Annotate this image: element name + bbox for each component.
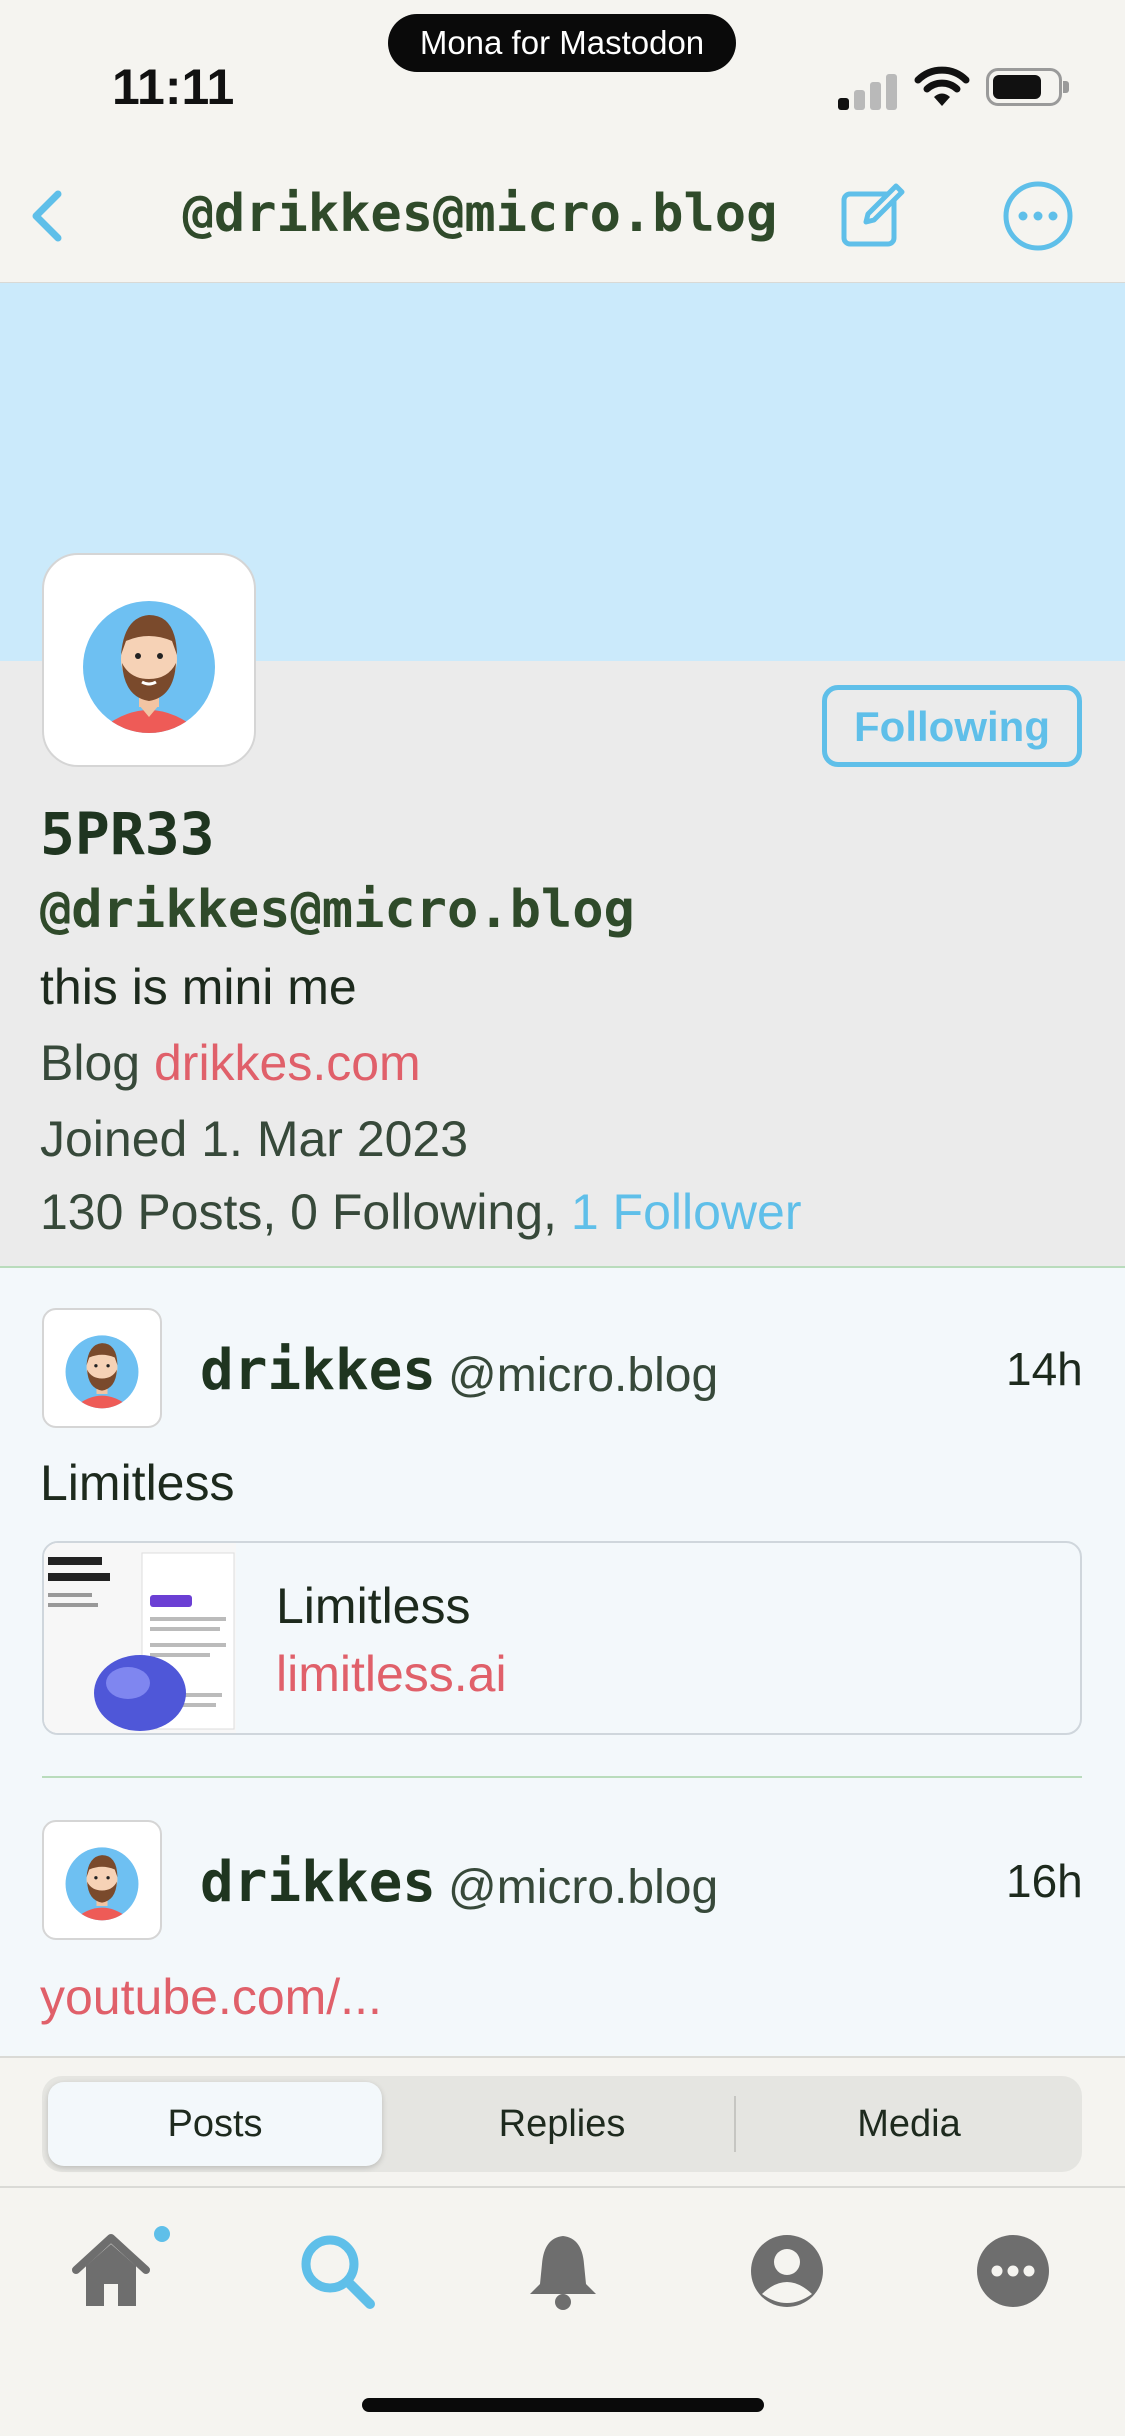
post-author-name: drikkes [200,1850,437,1915]
segment-media[interactable]: Media [742,2082,1076,2166]
avatar-illustration [65,1847,139,1921]
ellipsis-circle-icon[interactable] [1002,180,1074,252]
joined-date: Joined 1. Mar 2023 [40,1111,469,1167]
post-avatar[interactable] [42,1820,162,1940]
profile-handle: @drikkes@micro.blog [40,880,635,940]
battery-icon [986,68,1069,106]
link-card-title: Limitless [276,1578,471,1634]
followers-link[interactable]: 1 Follower [571,1184,802,1240]
compose-icon[interactable] [838,180,908,250]
more-icon[interactable] [968,2226,1058,2316]
profile-blog-field: Blog drikkes.com [40,1034,421,1092]
segmented-control: Posts Replies Media [42,2076,1082,2172]
display-name: 5PR33 [40,800,215,868]
post-author-name: drikkes [200,1338,437,1403]
timeline-filter-bar: Posts Replies Media [0,2056,1125,2188]
link-card-host: limitless.ai [276,1646,507,1702]
post-link[interactable]: youtube.com/... [40,1968,382,2026]
link-preview-card[interactable]: Limitless limitless.ai [42,1541,1082,1735]
navigation-bar: @drikkes@micro.blog [0,150,1125,284]
profile-avatar[interactable] [42,553,256,767]
post-timestamp: 14h [1006,1343,1083,1395]
segment-replies[interactable]: Replies [395,2082,729,2166]
home-indicator [362,2398,764,2412]
following-button[interactable]: Following [822,685,1082,767]
post-author-instance: @micro.blog [448,1861,719,1914]
nav-title: @drikkes@micro.blog [182,184,778,244]
post-text: Limitless [40,1455,235,1511]
blog-label: Blog [40,1035,141,1091]
wifi-icon [914,66,970,106]
home-unread-dot [154,2226,170,2242]
post-timestamp: 16h [1006,1855,1083,1907]
posts-feed: drikkes @micro.blog 14h Limitless Limitl… [0,1268,1125,2056]
segment-divider [734,2096,736,2152]
search-icon[interactable] [292,2226,382,2316]
blog-link[interactable]: drikkes.com [154,1035,421,1091]
post-separator [42,1776,1082,1778]
status-bar: Mona for Mastodon 11:11 [0,0,1125,150]
person-icon[interactable] [742,2226,832,2316]
post-author-instance: @micro.blog [448,1349,719,1402]
avatar-illustration [65,1335,139,1409]
back-chevron-icon[interactable] [20,186,80,246]
avatar-illustration [83,601,215,733]
profile-stats: 130 Posts, 0 Following, 1 Follower [40,1183,802,1241]
home-icon[interactable] [66,2226,156,2316]
stats-text: 130 Posts, 0 Following, [40,1184,557,1240]
profile-bio: this is mini me [40,959,357,1015]
post-avatar[interactable] [42,1308,162,1428]
dynamic-island-pill: Mona for Mastodon [388,14,736,72]
cellular-signal-icon [838,70,900,110]
status-time: 11:11 [112,59,235,115]
bell-icon[interactable] [518,2226,608,2316]
link-preview-thumbnail [44,1543,236,1733]
thumbnail-image [44,1543,236,1733]
tab-bar [0,2190,1125,2340]
segment-posts[interactable]: Posts [48,2082,382,2166]
